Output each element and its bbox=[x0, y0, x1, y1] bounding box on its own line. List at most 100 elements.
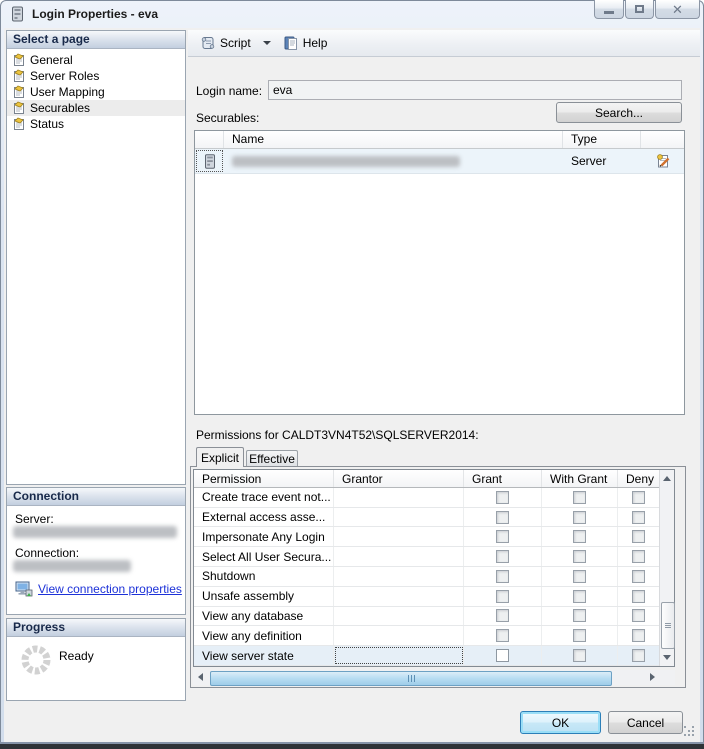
progress-status: Ready bbox=[59, 649, 94, 663]
grant-checkbox[interactable] bbox=[496, 570, 509, 583]
deny-checkbox[interactable] bbox=[632, 530, 645, 543]
permission-row[interactable]: Unsafe assembly bbox=[194, 587, 659, 607]
grant-checkbox[interactable] bbox=[496, 649, 509, 662]
permission-row[interactable]: Select All User Secura... bbox=[194, 547, 659, 567]
with-grant-checkbox[interactable] bbox=[573, 491, 586, 504]
scroll-left-icon[interactable] bbox=[198, 673, 203, 681]
with-grant-checkbox[interactable] bbox=[573, 570, 586, 583]
login-name-input[interactable] bbox=[268, 80, 682, 100]
col-name: Name bbox=[224, 131, 563, 148]
sidebar-item-securables[interactable]: Securables bbox=[7, 100, 185, 116]
grantor-cell[interactable] bbox=[334, 488, 464, 507]
permission-row[interactable]: Impersonate Any Login bbox=[194, 527, 659, 547]
grant-checkbox[interactable] bbox=[496, 530, 509, 543]
cancel-button[interactable]: Cancel bbox=[608, 711, 683, 734]
grantor-cell-focused[interactable] bbox=[334, 646, 464, 665]
close-button[interactable]: ✕ bbox=[655, 0, 700, 19]
col-with-grant: With Grant bbox=[542, 470, 618, 487]
page-icon bbox=[12, 53, 26, 67]
sidebar-item-label: Status bbox=[30, 117, 64, 131]
grant-checkbox[interactable] bbox=[496, 511, 509, 524]
permission-row[interactable]: External access asse... bbox=[194, 508, 659, 528]
with-grant-checkbox[interactable] bbox=[573, 590, 586, 603]
col-type: Type bbox=[563, 131, 641, 148]
permission-row[interactable]: Create trace event not... bbox=[194, 488, 659, 508]
deny-checkbox[interactable] bbox=[632, 550, 645, 563]
sidebar-item-server-roles[interactable]: Server Roles bbox=[7, 68, 185, 84]
search-button[interactable]: Search... bbox=[556, 102, 682, 123]
connection-header: Connection bbox=[7, 488, 185, 506]
grantor-cell[interactable] bbox=[334, 508, 464, 527]
deny-checkbox[interactable] bbox=[632, 629, 645, 642]
with-grant-checkbox[interactable] bbox=[573, 649, 586, 662]
deny-checkbox[interactable] bbox=[632, 570, 645, 583]
window-server-icon bbox=[11, 6, 24, 22]
title-bar[interactable]: Login Properties - eva ✕ bbox=[0, 0, 704, 28]
horizontal-scroll-thumb[interactable] bbox=[210, 671, 612, 686]
deny-checkbox[interactable] bbox=[632, 609, 645, 622]
sidebar-item-status[interactable]: Status bbox=[7, 116, 185, 132]
grant-checkbox[interactable] bbox=[496, 609, 509, 622]
server-value-redacted bbox=[13, 526, 177, 538]
login-properties-window: Login Properties - eva ✕ Select a page G… bbox=[0, 0, 704, 749]
tab-explicit[interactable]: Explicit bbox=[196, 447, 244, 467]
tab-effective[interactable]: Effective bbox=[246, 450, 298, 466]
securable-type: Server bbox=[571, 154, 606, 168]
deny-checkbox[interactable] bbox=[632, 649, 645, 662]
grantor-cell[interactable] bbox=[334, 607, 464, 626]
edit-securable-icon[interactable] bbox=[655, 153, 671, 169]
scroll-down-icon[interactable] bbox=[663, 655, 671, 660]
horizontal-scrollbar[interactable] bbox=[193, 670, 660, 685]
grantor-cell[interactable] bbox=[334, 527, 464, 546]
permission-row[interactable]: Shutdown bbox=[194, 567, 659, 587]
deny-checkbox[interactable] bbox=[632, 491, 645, 504]
with-grant-checkbox[interactable] bbox=[573, 550, 586, 563]
server-label: Server: bbox=[15, 512, 54, 526]
sidebar-item-user-mapping[interactable]: User Mapping bbox=[7, 84, 185, 100]
scroll-right-icon[interactable] bbox=[650, 673, 655, 681]
grantor-cell[interactable] bbox=[334, 547, 464, 566]
help-label: Help bbox=[303, 36, 328, 50]
permission-name: Shutdown bbox=[202, 569, 255, 583]
permission-row-selected[interactable]: View server state bbox=[194, 646, 659, 666]
view-connection-properties-link[interactable]: View connection properties bbox=[15, 581, 182, 597]
resize-grip[interactable] bbox=[684, 726, 686, 728]
vertical-scroll-thumb[interactable] bbox=[661, 602, 675, 649]
permissions-label: Permissions for CALDT3VN4T52\SQLSERVER20… bbox=[196, 428, 479, 442]
script-label: Script bbox=[220, 36, 251, 50]
grant-checkbox[interactable] bbox=[496, 629, 509, 642]
grant-checkbox[interactable] bbox=[496, 550, 509, 563]
ok-button[interactable]: OK bbox=[520, 711, 601, 734]
permission-name: Create trace event not... bbox=[202, 490, 331, 504]
deny-checkbox[interactable] bbox=[632, 590, 645, 603]
sidebar-item-general[interactable]: General bbox=[7, 52, 185, 68]
col-blank bbox=[195, 131, 224, 148]
with-grant-checkbox[interactable] bbox=[573, 511, 586, 524]
minimize-icon bbox=[604, 11, 614, 14]
minimize-button[interactable] bbox=[594, 0, 624, 19]
script-icon bbox=[200, 35, 216, 51]
permission-row[interactable]: View any database bbox=[194, 607, 659, 627]
script-button[interactable]: Script bbox=[196, 33, 255, 53]
login-name-label: Login name: bbox=[196, 84, 262, 98]
maximize-button[interactable] bbox=[625, 0, 654, 19]
with-grant-checkbox[interactable] bbox=[573, 609, 586, 622]
grant-checkbox[interactable] bbox=[496, 590, 509, 603]
scroll-up-icon[interactable] bbox=[663, 476, 671, 481]
col-deny: Deny bbox=[618, 470, 659, 487]
window-shadow bbox=[0, 744, 704, 749]
securable-row[interactable]: Server bbox=[195, 149, 684, 174]
vertical-scrollbar[interactable] bbox=[659, 470, 674, 666]
grantor-cell[interactable] bbox=[334, 567, 464, 586]
with-grant-checkbox[interactable] bbox=[573, 629, 586, 642]
help-button[interactable]: Help bbox=[279, 33, 332, 53]
link-label: View connection properties bbox=[38, 582, 182, 596]
with-grant-checkbox[interactable] bbox=[573, 530, 586, 543]
permission-row[interactable]: View any definition bbox=[194, 626, 659, 646]
grantor-cell[interactable] bbox=[334, 587, 464, 606]
grantor-cell[interactable] bbox=[334, 626, 464, 645]
deny-checkbox[interactable] bbox=[632, 511, 645, 524]
connection-label: Connection: bbox=[15, 546, 79, 560]
grant-checkbox[interactable] bbox=[496, 491, 509, 504]
script-dropdown-icon[interactable] bbox=[263, 41, 271, 45]
